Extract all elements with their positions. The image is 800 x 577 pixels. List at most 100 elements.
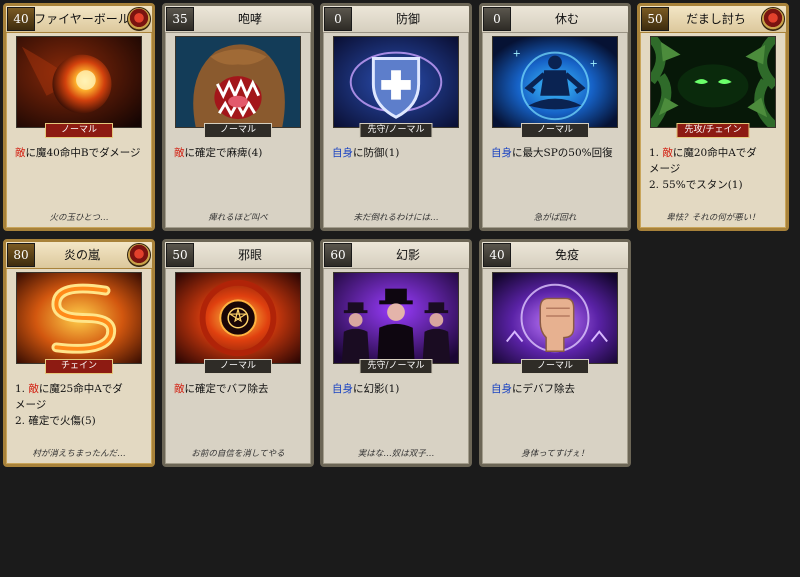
flavor-text: 卑怯？それの何が悪い！: [666, 213, 760, 223]
description-line: 1. 敵に魔25命中Aでダ: [15, 381, 147, 397]
card-type-tag: ノーマル: [521, 123, 589, 138]
card-name: 防御: [395, 12, 420, 26]
card-cost: 50: [641, 7, 669, 31]
skill-card[interactable]: 40 免疫 ノーマル 自身にデバフ除去 身体ってすげぇ！: [479, 239, 631, 467]
description-line: 自身に防御(1): [332, 145, 464, 161]
description-line: メージ: [649, 161, 781, 177]
card-type-tag: ノーマル: [204, 123, 272, 138]
rarity-emblem-icon: [127, 7, 151, 31]
card-header: 60 幻影: [323, 242, 469, 269]
flavor-text: 村が消えちまったんだ…: [32, 449, 126, 459]
target-enemy: 敵: [15, 147, 26, 159]
target-enemy: 敵: [174, 147, 185, 159]
card-header: 50 邪眼: [165, 242, 311, 269]
flavor-text: 痺れるほど叫べ: [208, 213, 268, 223]
skill-card[interactable]: 80 炎の嵐 チェイン 1. 敵に魔25命中Aでダメージ 2. 確定で火傷(5) 村が消…: [3, 239, 155, 467]
flavor-text: お前の自信を消してやる: [191, 449, 285, 459]
meditation-art: + +: [492, 36, 618, 128]
card-header: 40 ファイヤーボール: [6, 6, 152, 33]
flavor-text: 未だ倒れるわけには…: [353, 213, 439, 223]
fireball-art: [16, 36, 142, 128]
description-text: 1.: [649, 147, 663, 159]
card-description: 自身に最大SPの50%回復: [491, 145, 623, 161]
description-line: 2. 55%でスタン(1): [649, 177, 781, 193]
target-self: 自身: [491, 383, 512, 395]
card-type-tag: 先攻/チェイン: [676, 123, 750, 138]
description-line: 敵に魔40命中Bでダメージ: [15, 145, 147, 161]
glowing-eyes-art: [650, 36, 776, 128]
card-cost: 0: [483, 7, 511, 31]
card-description: 自身に防御(1): [332, 145, 464, 161]
target-self: 自身: [332, 147, 353, 159]
card-cost: 50: [166, 243, 194, 267]
card-description: 敵に魔40命中Bでダメージ: [15, 145, 147, 161]
card-cost: 60: [324, 243, 352, 267]
card-cost: 40: [483, 243, 511, 267]
skill-card[interactable]: 40 ファイヤーボール ノーマル 敵に魔40命中Bでダメージ 火の玉ひとつ…: [3, 3, 155, 231]
card-type-tag: ノーマル: [204, 359, 272, 374]
card-type-tag: チェイン: [45, 359, 113, 374]
card-cost: 35: [166, 7, 194, 31]
card-description: 自身にデバフ除去: [491, 381, 623, 397]
description-line: 自身に最大SPの50%回復: [491, 145, 623, 161]
description-line: 敵に確定で麻痺(4): [174, 145, 306, 161]
description-text: に確定でバフ除去: [184, 383, 269, 395]
fist-art: [492, 272, 618, 364]
description-line: 敵に確定でバフ除去: [174, 381, 306, 397]
target-enemy: 敵: [174, 383, 185, 395]
flavor-text: 急がば回れ: [533, 213, 577, 223]
card-grid: 40 ファイヤーボール ノーマル 敵に魔40命中Bでダメージ 火の玉ひとつ… 35 咆哮 …: [0, 0, 800, 577]
shield-art: [333, 36, 459, 128]
description-text: メージ: [649, 163, 681, 175]
card-type-tag: ノーマル: [45, 123, 113, 138]
description-text: に魔40命中Bでダメージ: [25, 147, 141, 159]
card-description: 1. 敵に魔25命中Aでダメージ 2. 確定で火傷(5): [15, 381, 147, 429]
description-text: に最大SPの50%回復: [512, 147, 613, 159]
skill-card[interactable]: 0 防御 先守/ノーマル 自身に防御(1) 未だ倒れるわけには…: [320, 3, 472, 231]
description-text: 2. 55%でスタン(1): [649, 179, 743, 191]
rarity-emblem-icon: [761, 7, 785, 31]
description-text: にデバフ除去: [512, 383, 575, 395]
target-enemy: 敵: [662, 147, 673, 159]
skill-card[interactable]: 0 休む + + ノーマル 自身に最大SPの50%回復 急がば回れ: [479, 3, 631, 231]
flavor-text: 実はな…奴は双子…: [357, 449, 435, 459]
skill-card[interactable]: 35 咆哮 ノーマル敵に確定で麻痺(4) 痺れるほど叫べ: [162, 3, 314, 231]
description-text: に防御(1): [353, 147, 400, 159]
target-self: 自身: [332, 383, 353, 395]
card-header: 80 炎の嵐: [6, 242, 152, 269]
svg-text:+: +: [513, 49, 521, 60]
card-type-tag: 先守/ノーマル: [359, 359, 433, 374]
skill-card[interactable]: 50 だまし討ち 先攻/チェイン 1. 敵に魔20命中Aでダメージ 2. 55%でスタ…: [637, 3, 789, 231]
card-description: 敵に確定でバフ除去: [174, 381, 306, 397]
description-text: に魔20命中Aでダ: [672, 147, 757, 159]
card-name: 幻影: [395, 248, 420, 262]
card-header: 50 だまし討ち: [640, 6, 786, 33]
description-text: メージ: [15, 399, 47, 411]
description-text: 1.: [15, 383, 29, 395]
card-header: 35 咆哮: [165, 6, 311, 33]
description-line: メージ: [15, 397, 147, 413]
card-name: ファイヤーボール: [34, 12, 130, 26]
card-cost: 40: [7, 7, 35, 31]
card-cost: 0: [324, 7, 352, 31]
description-text: に魔25命中Aでダ: [38, 383, 123, 395]
card-description: 敵に確定で麻痺(4): [174, 145, 306, 161]
skill-card[interactable]: 50 邪眼 ノーマル敵に確定でバフ除去お前の自信を消してやる: [162, 239, 314, 467]
description-line: 2. 確定で火傷(5): [15, 413, 147, 429]
description-line: 自身にデバフ除去: [491, 381, 623, 397]
card-cost: 80: [7, 243, 35, 267]
card-header: 0 防御: [323, 6, 469, 33]
illusion-art: [333, 272, 459, 364]
card-header: 0 休む: [482, 6, 628, 33]
card-type-tag: ノーマル: [521, 359, 589, 374]
evil-eye-art: [175, 272, 301, 364]
card-name: だまし討ち: [686, 12, 746, 26]
skill-card[interactable]: 60 幻影 先守/ノーマル 自身に幻影(1) 実はな…奴は双子…: [320, 239, 472, 467]
card-name: 炎の嵐: [63, 248, 100, 262]
target-enemy: 敵: [28, 383, 39, 395]
card-name: 邪眼: [237, 248, 262, 262]
description-text: に幻影(1): [353, 383, 400, 395]
flavor-text: 身体ってすげぇ！: [521, 449, 589, 459]
fire-storm-art: [16, 272, 142, 364]
svg-text:+: +: [589, 58, 597, 69]
